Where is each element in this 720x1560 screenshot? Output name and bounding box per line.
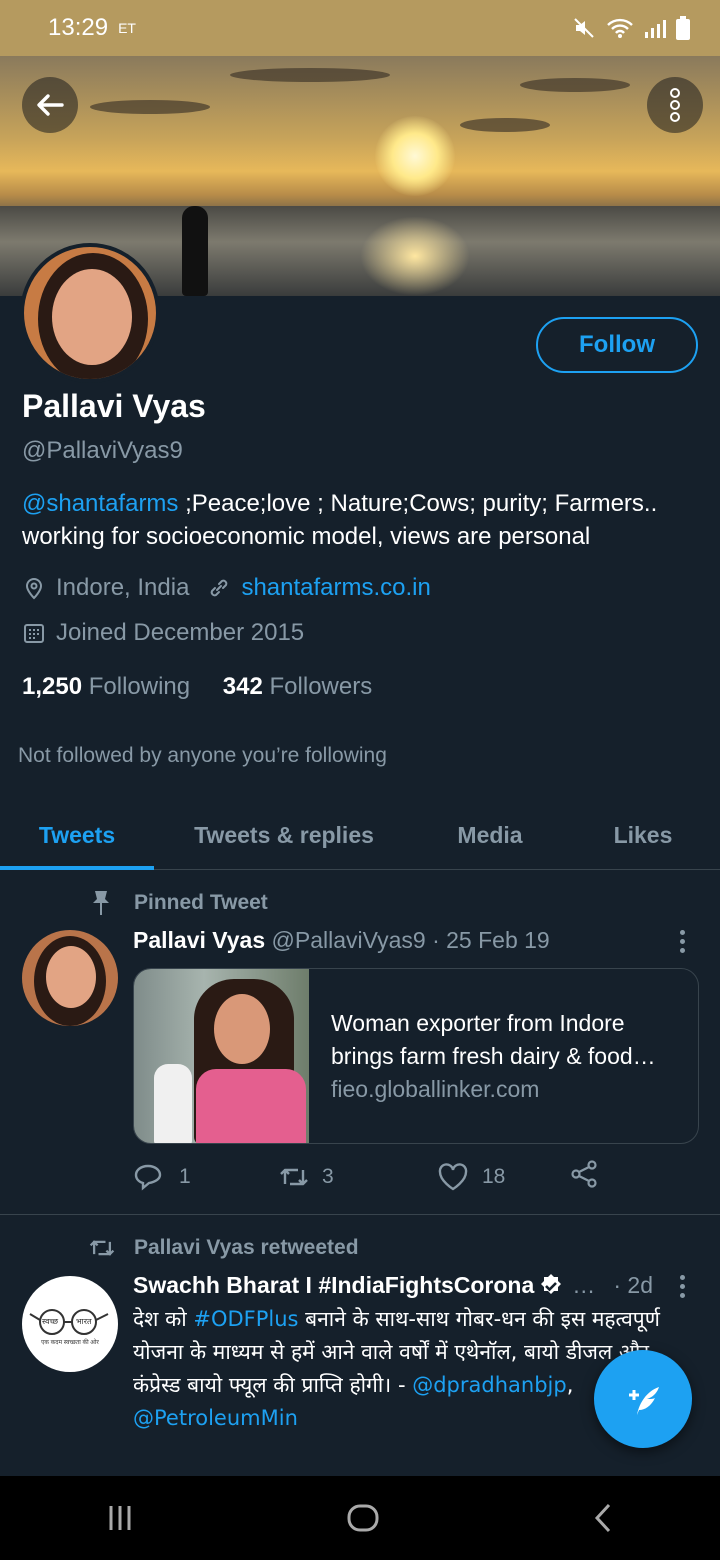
link-preview-card[interactable]: Woman exporter from Indore brings farm f… (133, 968, 699, 1144)
retweet-author-avatar[interactable]: स्वच्छ भारत एक कदम स्वच्छता की ओर (22, 1276, 118, 1372)
home-icon[interactable] (346, 1501, 380, 1535)
status-icons (572, 16, 690, 40)
pinned-tweet-header: Pallavi Vyas @PallaviVyas9 · 25 Feb 19 (133, 927, 550, 954)
mute-icon (574, 18, 594, 38)
retweet-icon (280, 1168, 308, 1186)
overflow-menu-icon (670, 88, 680, 122)
retweeted-by-label: Pallavi Vyas retweeted (134, 1236, 359, 1259)
bio-mention-link[interactable]: @shantafarms (22, 490, 178, 517)
compose-tweet-button[interactable] (594, 1350, 692, 1448)
retweet-button[interactable]: 3 (278, 1164, 438, 1190)
mention-link-1[interactable]: @dpradhanbjp (412, 1373, 566, 1397)
follow-counts: 1,250 Following 342 Followers (22, 673, 372, 701)
profile-bio: @shantafarms ;Peace;love ; Nature;Cows; … (22, 487, 702, 553)
retweet-header: Swachh Bharat I #IndiaFightsCorona … · 2… (133, 1272, 653, 1299)
profile-handle: @PallaviVyas9 (22, 437, 183, 464)
nav-back-icon[interactable] (591, 1501, 615, 1535)
followers-label: Followers (269, 673, 373, 700)
like-count: 18 (482, 1165, 506, 1188)
system-nav-bar (0, 1476, 720, 1560)
tab-likes[interactable]: Likes (566, 800, 720, 870)
compose-tweet-icon (629, 1387, 659, 1415)
overflow-menu-button[interactable] (647, 77, 703, 133)
mention-separator: , (566, 1373, 574, 1397)
avatar-logo-caption: एक कदम स्वच्छता की ओर (41, 1340, 99, 1346)
mention-link-2[interactable]: @PetroleumMin (133, 1406, 298, 1430)
back-arrow-icon (37, 94, 64, 116)
retweet-author-ellipsis: … (572, 1272, 596, 1298)
back-button[interactable] (22, 77, 78, 133)
pinned-tweet-context: Pinned Tweet (90, 890, 268, 916)
profile-avatar[interactable] (20, 243, 160, 383)
location-pin-icon (25, 578, 43, 600)
reply-button[interactable]: 1 (133, 1163, 278, 1191)
profile-location: Indore, India (56, 574, 190, 601)
pinned-tweet-menu-icon[interactable] (680, 930, 685, 953)
tab-media[interactable]: Media (414, 800, 566, 870)
tweet-divider (0, 1214, 720, 1215)
signal-icon (645, 20, 666, 38)
link-preview-text: Woman exporter from Indore brings farm f… (331, 1007, 683, 1106)
retweet-context: Pallavi Vyas retweeted (88, 1236, 359, 1260)
profile-tabs: Tweets Tweets & replies Media Likes (0, 800, 720, 870)
avatar-logo-text-2: भारत (76, 1317, 92, 1326)
status-bar: 13:29 ET (0, 0, 720, 56)
link-preview-title: Woman exporter from Indore brings farm f… (331, 1010, 656, 1069)
profile-name: Pallavi Vyas (22, 388, 206, 424)
pinned-author-name[interactable]: Pallavi Vyas (133, 927, 265, 953)
following-count-link[interactable]: 1,250 Following (22, 673, 190, 700)
verified-badge-icon (541, 1273, 562, 1294)
link-preview-image (134, 969, 309, 1143)
share-icon (571, 1160, 597, 1188)
tab-tweets-and-replies[interactable]: Tweets & replies (154, 800, 414, 870)
status-time: 13:29 (48, 14, 109, 41)
wifi-icon (607, 18, 633, 38)
hashtag-link[interactable]: #ODFPlus (193, 1307, 298, 1331)
like-icon (438, 1163, 468, 1191)
pinned-tweet-actions: 1 3 18 (133, 1160, 598, 1194)
recent-apps-icon[interactable] (105, 1503, 135, 1533)
follow-button[interactable]: Follow (536, 317, 698, 373)
pin-icon (93, 891, 109, 915)
battery-icon (676, 16, 690, 40)
sim-indicator: ET (118, 20, 136, 36)
link-icon (211, 579, 228, 597)
following-count: 1,250 (22, 673, 83, 700)
retweet-icon (89, 1240, 115, 1256)
not-followed-notice: Not followed by anyone you’re following (18, 744, 387, 767)
reply-icon (134, 1164, 162, 1191)
pinned-tweet-date: · 25 Feb 19 (432, 927, 550, 953)
retweet-author-name[interactable]: Swachh Bharat I #IndiaFightsCorona (133, 1272, 534, 1299)
reply-count: 1 (179, 1165, 191, 1188)
profile-joined-date: Joined December 2015 (56, 619, 305, 646)
like-button[interactable]: 18 (438, 1163, 570, 1191)
profile-meta-location-row: Indore, India shantafarms.co.in (22, 574, 431, 602)
retweet-count: 3 (322, 1165, 334, 1188)
avatar-logo-text-1: स्वच्छ (42, 1317, 59, 1326)
share-button[interactable] (570, 1160, 598, 1194)
followers-count: 342 (222, 673, 263, 700)
calendar-icon (24, 624, 44, 643)
swachh-bharat-logo-icon (29, 1309, 109, 1335)
retweet-text-part-1: देश को (133, 1307, 194, 1331)
pinned-tweet-avatar[interactable] (22, 930, 118, 1026)
retweet-menu-icon[interactable] (680, 1275, 685, 1298)
profile-website-link[interactable]: shantafarms.co.in (241, 574, 430, 602)
following-label: Following (88, 673, 191, 700)
link-preview-domain: fieo.globallinker.com (331, 1076, 540, 1102)
tab-tweets[interactable]: Tweets (0, 800, 154, 870)
profile-meta-joined-row: Joined December 2015 (22, 619, 304, 647)
retweet-date: · 2d (613, 1272, 653, 1298)
pinned-label: Pinned Tweet (134, 891, 268, 914)
pinned-author-handle: @PallaviVyas9 (271, 927, 426, 953)
followers-count-link[interactable]: 342 Followers (223, 673, 372, 700)
